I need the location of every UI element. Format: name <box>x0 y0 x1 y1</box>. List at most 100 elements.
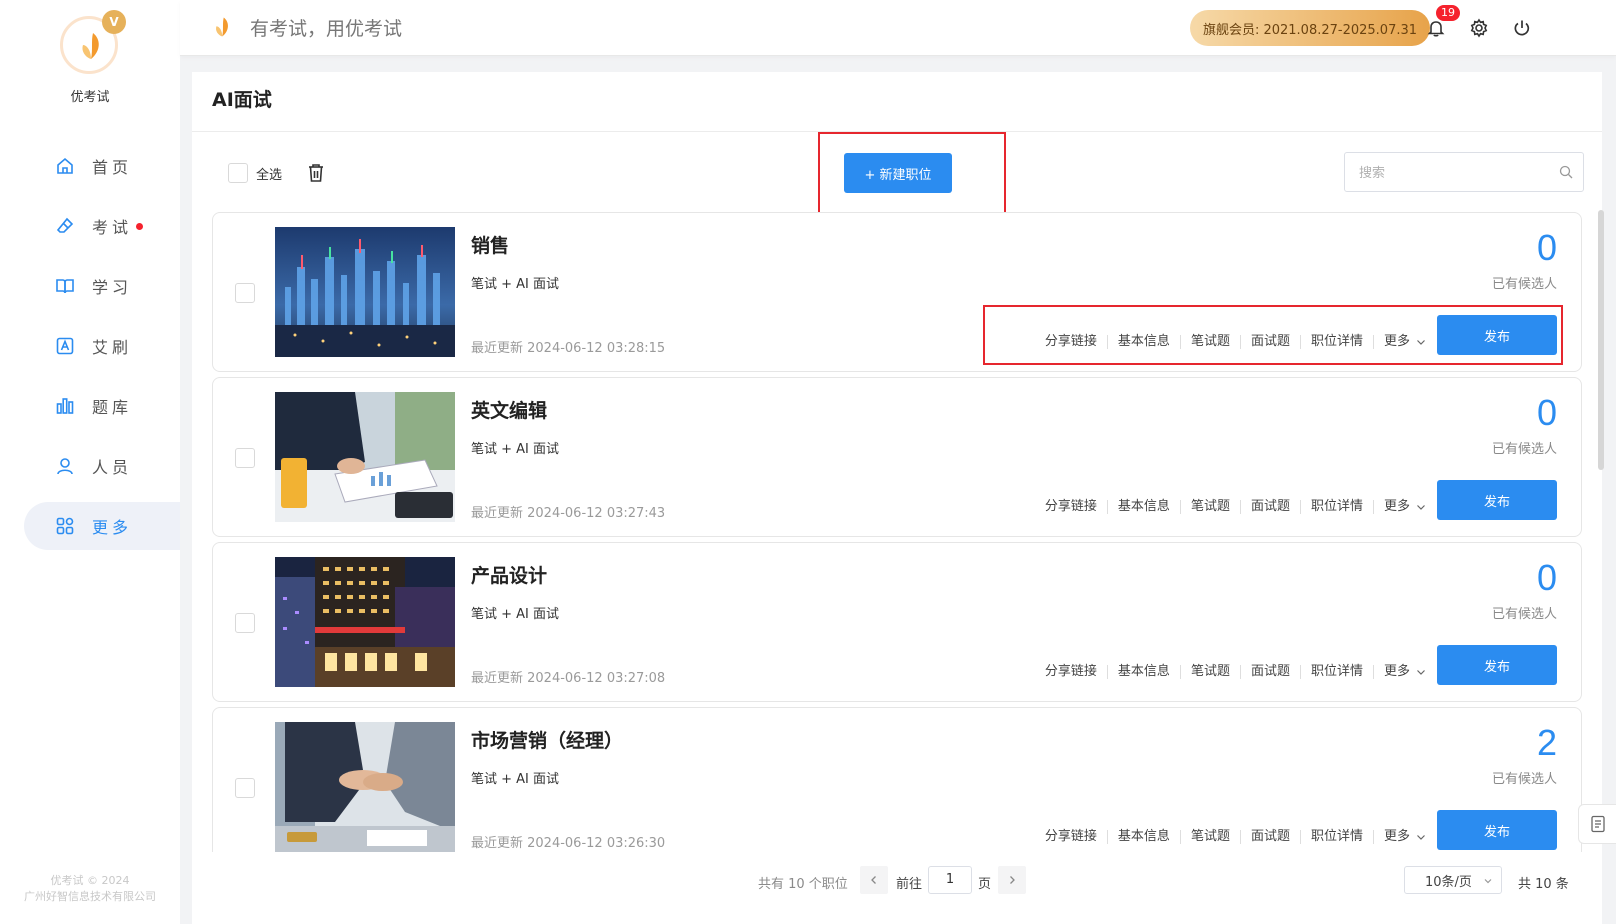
copyright: 优考试 © 2024 广州好智信息技术有限公司 <box>0 873 180 905</box>
select-all[interactable]: 全选 <box>228 163 282 183</box>
basic-info-button[interactable]: 基本信息 <box>1108 830 1181 844</box>
position-detail-button[interactable]: 职位详情 <box>1301 500 1374 514</box>
chevron-down-icon <box>1417 835 1425 840</box>
sidebar-item-label: 人员 <box>92 458 133 477</box>
updated-time: 最近更新 2024-06-12 03:26:30 <box>471 836 666 851</box>
interview-questions-button[interactable]: 面试题 <box>1241 665 1301 679</box>
publish-button[interactable]: 发布 <box>1437 480 1557 520</box>
interview-questions-button[interactable]: 面试题 <box>1241 830 1301 844</box>
card-actions: 分享链接 基本信息 笔试题 面试题 职位详情 更多 <box>1035 500 1427 514</box>
candidate-count: 0 <box>1536 557 1557 598</box>
prev-page-button[interactable] <box>860 866 888 894</box>
select-all-checkbox[interactable] <box>228 163 248 183</box>
interview-questions-button[interactable]: 面试题 <box>1241 500 1301 514</box>
top-header: 有考试，用优考试 旗舰会员: 2021.08.27-2025.07.31 19 <box>180 0 1616 56</box>
row-checkbox[interactable] <box>235 448 255 468</box>
row-checkbox[interactable] <box>235 778 255 798</box>
page-unit-label: 页 <box>978 877 992 892</box>
position-title: 市场营销（经理） <box>471 730 624 752</box>
vip-badge: V <box>102 10 126 34</box>
basic-info-button[interactable]: 基本信息 <box>1108 500 1181 514</box>
basic-info-button[interactable]: 基本信息 <box>1108 665 1181 679</box>
candidate-count: 2 <box>1536 722 1557 763</box>
chevron-down-icon <box>1417 505 1425 510</box>
more-dropdown[interactable]: 更多 <box>1374 830 1427 844</box>
candidate-label: 已有候选人 <box>1491 772 1557 787</box>
book-icon <box>54 275 76 297</box>
position-card[interactable]: 销售 笔试 + AI 面试 最近更新 2024-06-12 03:28:15 0… <box>212 212 1582 372</box>
share-link-button[interactable]: 分享链接 <box>1035 665 1108 679</box>
more-label: 更多 <box>1383 829 1410 844</box>
written-questions-button[interactable]: 笔试题 <box>1181 830 1241 844</box>
membership-badge[interactable]: 旗舰会员: 2021.08.27-2025.07.31 <box>1190 10 1430 46</box>
sidebar-item-people[interactable]: 人员 <box>0 442 180 490</box>
position-detail-button[interactable]: 职位详情 <box>1301 665 1374 679</box>
card-actions: 分享链接 基本信息 笔试题 面试题 职位详情 更多 <box>1035 830 1427 844</box>
chevron-right-icon <box>1010 876 1015 884</box>
power-icon <box>1514 20 1530 36</box>
next-page-button[interactable] <box>998 866 1026 894</box>
notification-dot <box>136 222 144 230</box>
logout-button[interactable] <box>1510 16 1534 40</box>
sidebar-item-question-bank[interactable]: 题库 <box>0 382 180 430</box>
brand-logo[interactable]: V <box>60 10 126 76</box>
share-link-button[interactable]: 分享链接 <box>1035 500 1108 514</box>
row-checkbox[interactable] <box>235 283 255 303</box>
position-title: 销售 <box>471 235 510 257</box>
sidebar-item-aishua[interactable]: 艾刷 <box>0 322 180 370</box>
sidebar-item-label: 学习 <box>92 278 133 297</box>
position-title: 产品设计 <box>471 565 548 587</box>
goto-label: 前往 <box>896 877 923 892</box>
pagination: 共有 10 个职位 前往 1 页 10条/页 共 10 条 <box>192 862 1602 902</box>
candidate-count: 0 <box>1536 392 1557 433</box>
written-questions-button[interactable]: 笔试题 <box>1181 665 1241 679</box>
more-label: 更多 <box>1383 664 1410 679</box>
updated-time: 最近更新 2024-06-12 03:27:43 <box>471 506 666 521</box>
notifications-button[interactable]: 19 <box>1424 5 1460 40</box>
share-link-button[interactable]: 分享链接 <box>1035 830 1108 844</box>
leaf-logo-icon <box>216 17 228 37</box>
position-thumbnail <box>275 722 455 852</box>
row-checkbox[interactable] <box>235 613 255 633</box>
floating-doc-button[interactable] <box>1578 804 1616 844</box>
scrollbar[interactable] <box>1598 210 1604 470</box>
new-position-button[interactable]: + 新建职位 <box>844 153 952 193</box>
written-questions-button[interactable]: 笔试题 <box>1181 500 1241 514</box>
sidebar-item-label: 艾刷 <box>92 338 133 357</box>
slogan: 有考试，用优考试 <box>250 18 403 40</box>
main-panel: AI面试 全选 + 新建职位 搜索 销售 笔试 + AI 面试 最近更新 202… <box>192 72 1602 924</box>
sidebar-item-exam[interactable]: 考试 <box>0 202 180 250</box>
position-type: 笔试 + AI 面试 <box>471 772 560 787</box>
position-card[interactable]: 英文编辑 笔试 + AI 面试 最近更新 2024-06-12 03:27:43… <box>212 377 1582 537</box>
sidebar-item-label: 题库 <box>92 398 133 417</box>
leaf-logo-icon <box>82 33 99 59</box>
sidebar-item-more[interactable]: 更多 <box>24 502 180 550</box>
publish-button[interactable]: 发布 <box>1437 645 1557 685</box>
pagination-total: 共有 10 个职位 <box>758 877 848 892</box>
sidebar-item-label: 更多 <box>92 518 133 537</box>
bell-icon <box>1427 21 1445 37</box>
publish-button[interactable]: 发布 <box>1437 810 1557 850</box>
brand-name: 优考试 <box>70 90 110 105</box>
candidate-label: 已有候选人 <box>1491 607 1557 622</box>
card-actions: 分享链接 基本信息 笔试题 面试题 职位详情 更多 <box>1035 665 1427 679</box>
page-number-input[interactable]: 1 <box>928 866 972 894</box>
more-dropdown[interactable]: 更多 <box>1374 500 1427 514</box>
position-detail-button[interactable]: 职位详情 <box>1301 830 1374 844</box>
position-card[interactable]: 市场营销（经理） 笔试 + AI 面试 最近更新 2024-06-12 03:2… <box>212 707 1582 852</box>
sidebar-nav: 首页 考试 学习 艾刷 题库 人员 更多 <box>0 142 180 562</box>
position-title: 英文编辑 <box>471 400 548 422</box>
notification-count: 19 <box>1436 5 1460 21</box>
delete-button[interactable] <box>306 162 326 188</box>
more-dropdown[interactable]: 更多 <box>1374 665 1427 679</box>
sidebar-item-home[interactable]: 首页 <box>0 142 180 190</box>
page-size-select[interactable]: 10条/页 <box>1404 866 1502 894</box>
a-square-icon <box>54 335 76 357</box>
search-input[interactable] <box>1359 153 1549 191</box>
settings-button[interactable] <box>1467 16 1491 40</box>
updated-time: 最近更新 2024-06-12 03:27:08 <box>471 671 666 686</box>
position-card[interactable]: 产品设计 笔试 + AI 面试 最近更新 2024-06-12 03:27:08… <box>212 542 1582 702</box>
search-box[interactable] <box>1344 152 1584 192</box>
sidebar-item-label: 考试 <box>92 218 133 237</box>
sidebar-item-study[interactable]: 学习 <box>0 262 180 310</box>
